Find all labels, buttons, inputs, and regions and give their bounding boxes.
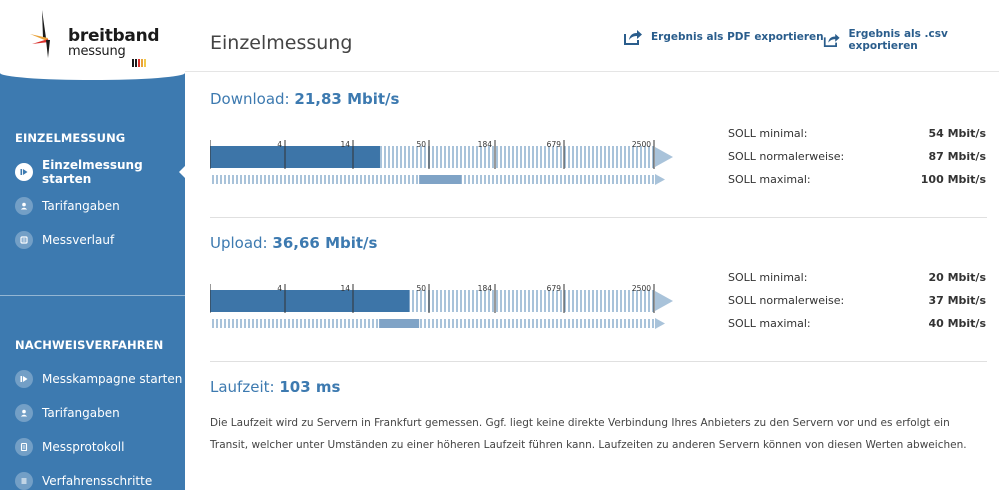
soll-row-maximal: SOLL maximal: 40 Mbit/s bbox=[728, 317, 986, 340]
sidebar-heading-nachweisverfahren: NACHWEISVERFAHREN bbox=[15, 338, 164, 352]
latency-value: 103 ms bbox=[279, 378, 341, 396]
upload-title: Upload: 36,66 Mbit/s bbox=[210, 234, 377, 252]
download-soll-table: SOLL minimal: 54 Mbit/s SOLL normalerweis… bbox=[728, 127, 986, 196]
protocol-icon bbox=[15, 438, 33, 456]
export-csv-button[interactable]: Ergebnis als .csv exportieren bbox=[823, 28, 999, 52]
download-gauge: 4 14 50 184 679 2500 bbox=[210, 140, 673, 185]
sidebar-item-label: Tarifangaben bbox=[42, 199, 120, 213]
sidebar-item-messkampagne-starten[interactable]: Messkampagne starten bbox=[0, 364, 185, 394]
download-value: 21,83 Mbit/s bbox=[294, 90, 400, 108]
sidebar-item-label: Tarifangaben bbox=[42, 406, 120, 420]
soll-value: 20 Mbit/s bbox=[928, 271, 986, 284]
logo-text-messung: messung bbox=[68, 44, 126, 59]
soll-value: 87 Mbit/s bbox=[928, 150, 986, 163]
download-title: Download: 21,83 Mbit/s bbox=[210, 90, 399, 108]
soll-range-band bbox=[419, 175, 462, 184]
latency-label: Laufzeit: bbox=[210, 378, 275, 396]
scale-tick-label: 679 bbox=[547, 140, 562, 149]
export-csv-label: Ergebnis als .csv exportieren bbox=[848, 28, 948, 52]
soll-row-maximal: SOLL maximal: 100 Mbit/s bbox=[728, 173, 986, 196]
download-label: Download: bbox=[210, 90, 290, 108]
scale-tick-label: 2500 bbox=[632, 140, 651, 149]
scale-tick-label: 4 bbox=[277, 284, 282, 293]
history-icon bbox=[15, 231, 33, 249]
sidebar: breitband messung EINZELMESSUNG Einzelme… bbox=[0, 0, 185, 490]
soll-label: SOLL normalerweise: bbox=[728, 294, 845, 307]
gauge-arrow-icon bbox=[655, 147, 673, 167]
soll-row-normal: SOLL normalerweise: 87 Mbit/s bbox=[728, 150, 986, 173]
sidebar-item-messverlauf[interactable]: Messverlauf bbox=[0, 225, 185, 255]
upload-soll-table: SOLL minimal: 20 Mbit/s SOLL normalerweis… bbox=[728, 271, 986, 340]
scale-tick-label: 14 bbox=[340, 140, 350, 149]
play-icon bbox=[15, 163, 33, 181]
sidebar-item-label: Verfahrensschritte bbox=[42, 474, 153, 488]
soll-label: SOLL minimal: bbox=[728, 127, 808, 140]
export-icon bbox=[823, 33, 840, 47]
soll-row-minimal: SOLL minimal: 54 Mbit/s bbox=[728, 127, 986, 150]
upload-gauge: 4 14 50 184 679 2500 bbox=[210, 284, 673, 329]
gauge-fill-bar bbox=[210, 146, 380, 168]
sidebar-item-label: Messverlauf bbox=[42, 233, 115, 247]
breitbandmessung-logo[interactable]: breitband messung bbox=[28, 8, 160, 68]
header-divider bbox=[185, 71, 999, 72]
soll-value: 54 Mbit/s bbox=[928, 127, 986, 140]
upload-value: 36,66 Mbit/s bbox=[272, 234, 378, 252]
gauge-arrow-small-icon bbox=[655, 318, 665, 329]
gauge-fill-bar bbox=[210, 290, 410, 312]
logo-mark-icon bbox=[30, 10, 50, 58]
sidebar-item-tarifangaben[interactable]: Tarifangaben bbox=[0, 191, 185, 221]
main-content: Einzelmessung Ergebnis als PDF exportier… bbox=[185, 0, 999, 490]
steps-icon bbox=[15, 472, 33, 490]
soll-range-band bbox=[379, 319, 420, 328]
page-title: Einzelmessung bbox=[210, 32, 353, 54]
soll-label: SOLL maximal: bbox=[728, 173, 811, 186]
user-card-icon bbox=[15, 197, 33, 215]
soll-value: 37 Mbit/s bbox=[928, 294, 986, 307]
sidebar-item-label: Messprotokoll bbox=[42, 440, 125, 454]
soll-label: SOLL minimal: bbox=[728, 271, 808, 284]
sidebar-item-tarifangaben-nachweis[interactable]: Tarifangaben bbox=[0, 398, 185, 428]
scale-tick-label: 50 bbox=[416, 284, 426, 293]
scale-tick-label: 14 bbox=[340, 284, 350, 293]
soll-value: 100 Mbit/s bbox=[920, 173, 986, 186]
soll-row-minimal: SOLL minimal: 20 Mbit/s bbox=[728, 271, 986, 294]
user-card-icon bbox=[15, 404, 33, 422]
logo-text-breitband: breitband bbox=[68, 26, 160, 46]
section-divider bbox=[210, 217, 987, 218]
export-icon bbox=[624, 30, 642, 45]
logo-bars-icon bbox=[132, 48, 147, 67]
play-icon bbox=[15, 370, 33, 388]
export-pdf-button[interactable]: Ergebnis als PDF exportieren bbox=[623, 28, 824, 46]
sidebar-divider bbox=[0, 295, 185, 296]
section-divider bbox=[210, 361, 987, 362]
export-pdf-label: Ergebnis als PDF exportieren bbox=[651, 31, 824, 43]
scale-tick-label: 4 bbox=[277, 140, 282, 149]
scale-tick-label: 50 bbox=[416, 140, 426, 149]
latency-note: Die Laufzeit wird zu Servern in Frankfur… bbox=[210, 417, 967, 451]
gauge-arrow-small-icon bbox=[655, 174, 665, 185]
sidebar-item-einzelmessung-starten[interactable]: Einzelmessung starten bbox=[0, 157, 185, 187]
latency-title: Laufzeit: 103 ms bbox=[210, 378, 340, 396]
sidebar-item-verfahrensschritte[interactable]: Verfahrensschritte bbox=[0, 466, 185, 490]
scale-tick-label: 679 bbox=[547, 284, 562, 293]
soll-label: SOLL normalerweise: bbox=[728, 150, 845, 163]
scale-tick-label: 184 bbox=[478, 140, 493, 149]
logo-area: breitband messung bbox=[0, 0, 185, 80]
soll-value: 40 Mbit/s bbox=[928, 317, 986, 330]
soll-row-normal: SOLL normalerweise: 37 Mbit/s bbox=[728, 294, 986, 317]
sidebar-item-messprotokoll[interactable]: Messprotokoll bbox=[0, 432, 185, 462]
sidebar-heading-einzelmessung: EINZELMESSUNG bbox=[15, 131, 126, 145]
gauge-arrow-icon bbox=[655, 291, 673, 311]
scale-tick-label: 2500 bbox=[632, 284, 651, 293]
sidebar-item-label: Einzelmessung starten bbox=[42, 158, 143, 186]
scale-tick-label: 184 bbox=[478, 284, 493, 293]
upload-label: Upload: bbox=[210, 234, 268, 252]
sidebar-item-label: Messkampagne starten bbox=[42, 372, 183, 386]
soll-label: SOLL maximal: bbox=[728, 317, 811, 330]
